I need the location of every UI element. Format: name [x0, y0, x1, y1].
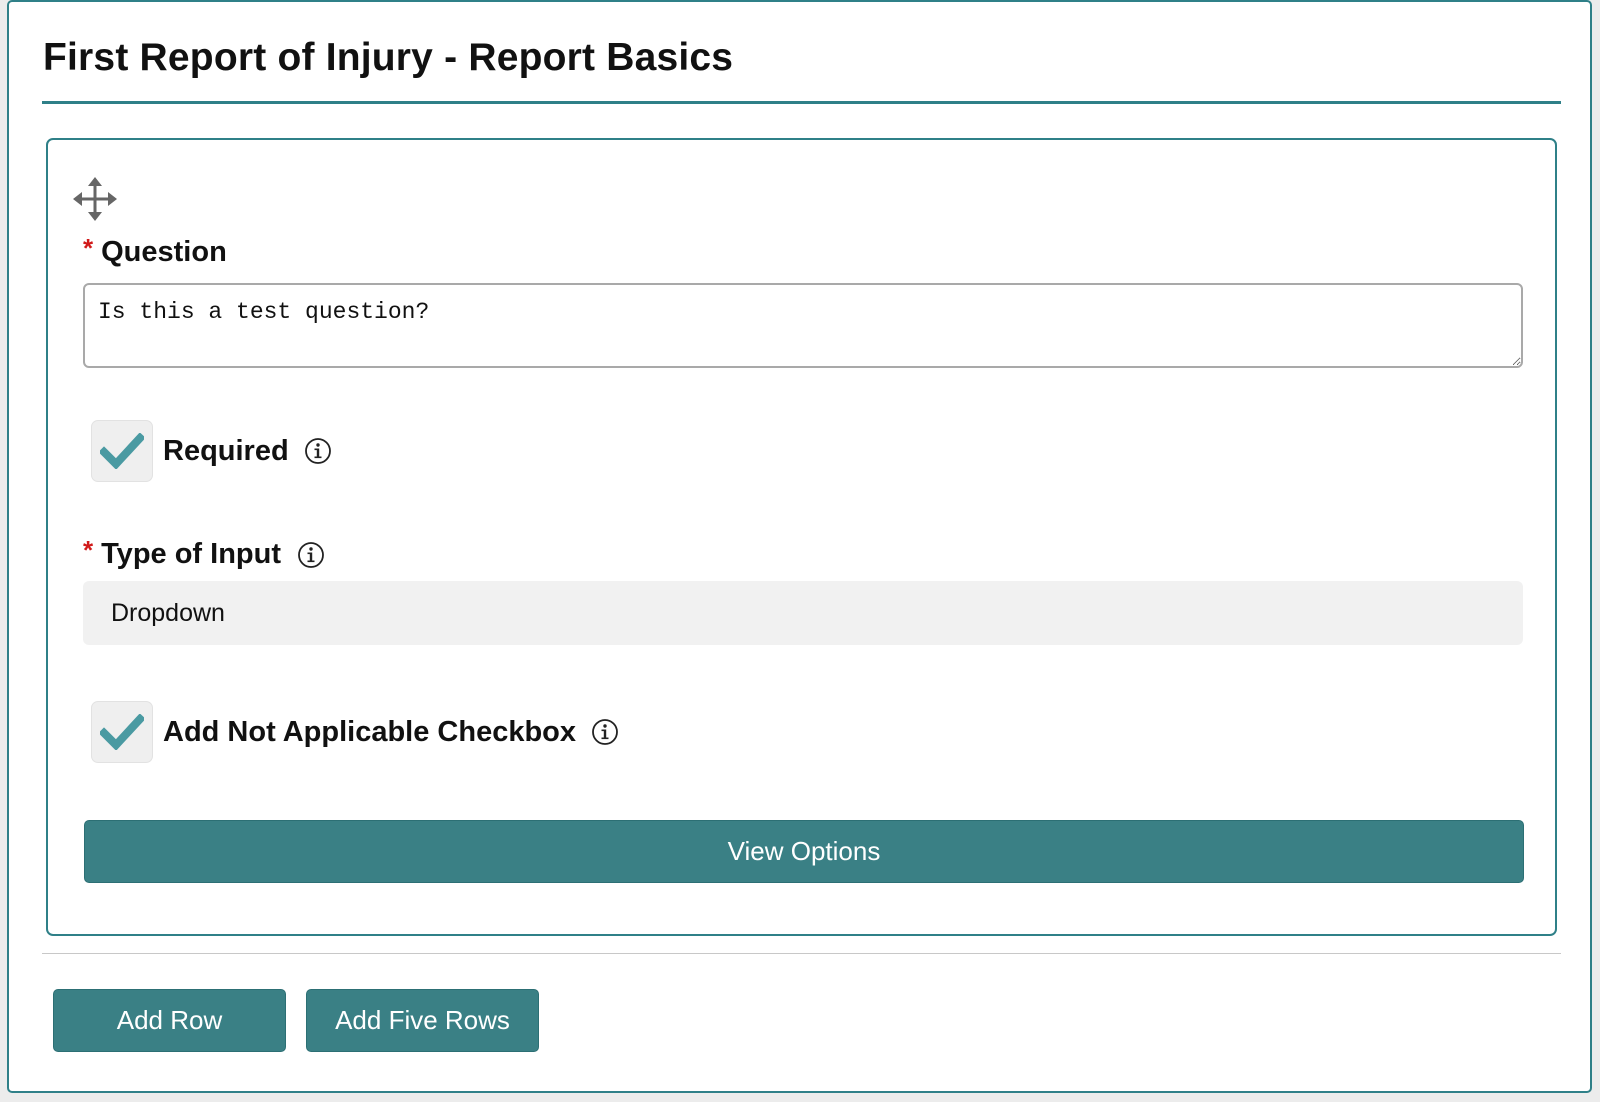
required-marker: * — [83, 535, 94, 565]
page-title: First Report of Injury - Report Basics — [43, 36, 734, 79]
type-of-input-select[interactable]: Dropdown — [83, 581, 1523, 645]
section-divider — [42, 953, 1561, 954]
not-applicable-label: Add Not Applicable Checkbox — [163, 715, 577, 748]
not-applicable-info-icon[interactable] — [591, 718, 619, 746]
question-label-text: Question — [101, 236, 227, 268]
form-container: First Report of Injury - Report Basics *… — [7, 0, 1592, 1093]
required-info-icon[interactable] — [304, 437, 332, 465]
checkmark-icon — [100, 433, 144, 469]
not-applicable-checkbox[interactable] — [91, 701, 153, 763]
question-card: * Question Required * — [46, 138, 1557, 936]
add-five-rows-button[interactable]: Add Five Rows — [306, 989, 539, 1052]
type-of-input-label: * Type of Input — [83, 535, 325, 571]
question-label: * Question — [83, 233, 227, 269]
required-row: Required — [91, 420, 332, 482]
question-textarea[interactable] — [83, 283, 1523, 368]
title-divider — [42, 101, 1561, 104]
add-row-button[interactable]: Add Row — [53, 989, 286, 1052]
view-options-button[interactable]: View Options — [84, 820, 1524, 883]
required-label: Required — [163, 434, 289, 467]
checkmark-icon — [100, 714, 144, 750]
type-of-input-label-text: Type of Input — [101, 538, 282, 570]
required-checkbox[interactable] — [91, 420, 153, 482]
type-of-input-info-icon[interactable] — [297, 541, 325, 569]
not-applicable-row: Add Not Applicable Checkbox — [91, 701, 619, 763]
required-marker: * — [83, 233, 94, 263]
type-of-input-value: Dropdown — [111, 598, 225, 627]
move-handle-icon[interactable] — [73, 177, 117, 221]
